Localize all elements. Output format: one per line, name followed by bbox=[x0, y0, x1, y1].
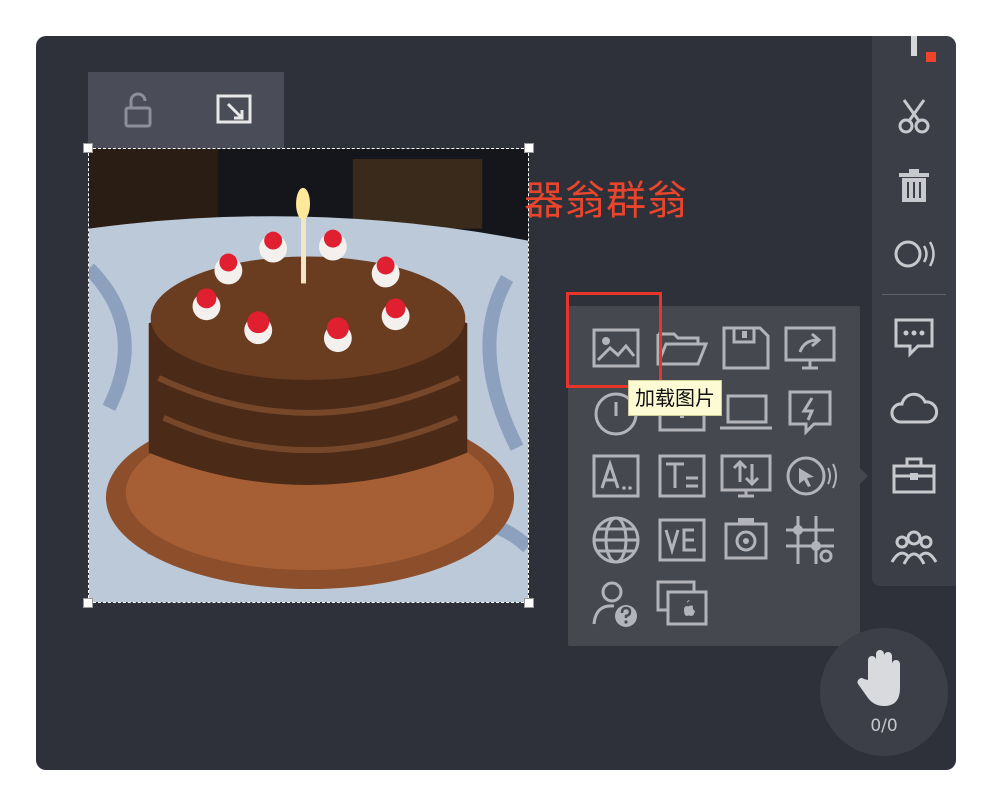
screen-sync-icon[interactable] bbox=[718, 448, 774, 504]
resize-handle-bottom-left[interactable] bbox=[83, 598, 93, 608]
save-disk-icon[interactable] bbox=[718, 320, 774, 376]
raise-hand-button[interactable]: 0/0 bbox=[820, 628, 948, 756]
broadcast-icon[interactable] bbox=[886, 226, 942, 282]
pointer-icon[interactable] bbox=[782, 448, 838, 504]
birthday-cake-photo bbox=[89, 149, 528, 602]
toolbox-icon[interactable] bbox=[886, 448, 942, 504]
whiteboard-window: 器翁群翁 加载图片 0/0 bbox=[36, 36, 956, 770]
resize-handle-top-right[interactable] bbox=[524, 143, 534, 153]
group-users-icon[interactable] bbox=[886, 520, 942, 576]
image-object[interactable] bbox=[88, 148, 529, 603]
tools-panel-pointer bbox=[860, 468, 868, 484]
object-toolbar bbox=[88, 72, 284, 148]
tools-panel bbox=[568, 306, 860, 646]
share-screen-icon[interactable] bbox=[782, 320, 838, 376]
open-folder-icon[interactable] bbox=[654, 320, 710, 376]
laptop-icon[interactable] bbox=[718, 384, 774, 440]
load-image-icon[interactable] bbox=[588, 320, 644, 376]
flash-icon[interactable] bbox=[782, 384, 838, 440]
vote-icon[interactable] bbox=[654, 512, 710, 568]
toolbar-divider bbox=[882, 294, 946, 295]
cloud-icon[interactable] bbox=[886, 382, 942, 438]
raise-hand-icon bbox=[857, 650, 900, 706]
resize-handle-bottom-right[interactable] bbox=[524, 598, 534, 608]
resize-handle-top-left[interactable] bbox=[83, 143, 93, 153]
grid-sliders-icon[interactable] bbox=[782, 512, 838, 568]
user-help-icon[interactable] bbox=[588, 576, 644, 632]
record-indicator bbox=[926, 52, 936, 62]
globe-icon[interactable] bbox=[588, 512, 644, 568]
text-box-icon[interactable] bbox=[588, 448, 644, 504]
unlock-icon[interactable] bbox=[114, 86, 162, 134]
tooltip: 加载图片 bbox=[628, 380, 722, 416]
mac-screen-icon[interactable] bbox=[654, 576, 710, 632]
camera-capture-icon[interactable] bbox=[718, 512, 774, 568]
chat-bubble-icon[interactable] bbox=[886, 308, 942, 364]
fit-resize-icon[interactable] bbox=[210, 86, 258, 134]
canvas-text[interactable]: 器翁群翁 bbox=[524, 168, 688, 226]
hand-count: 0/0 bbox=[870, 716, 898, 736]
right-toolbar bbox=[872, 36, 956, 586]
trash-icon[interactable] bbox=[886, 158, 942, 214]
scissors-icon[interactable] bbox=[886, 88, 942, 144]
text-field-icon[interactable] bbox=[654, 448, 710, 504]
